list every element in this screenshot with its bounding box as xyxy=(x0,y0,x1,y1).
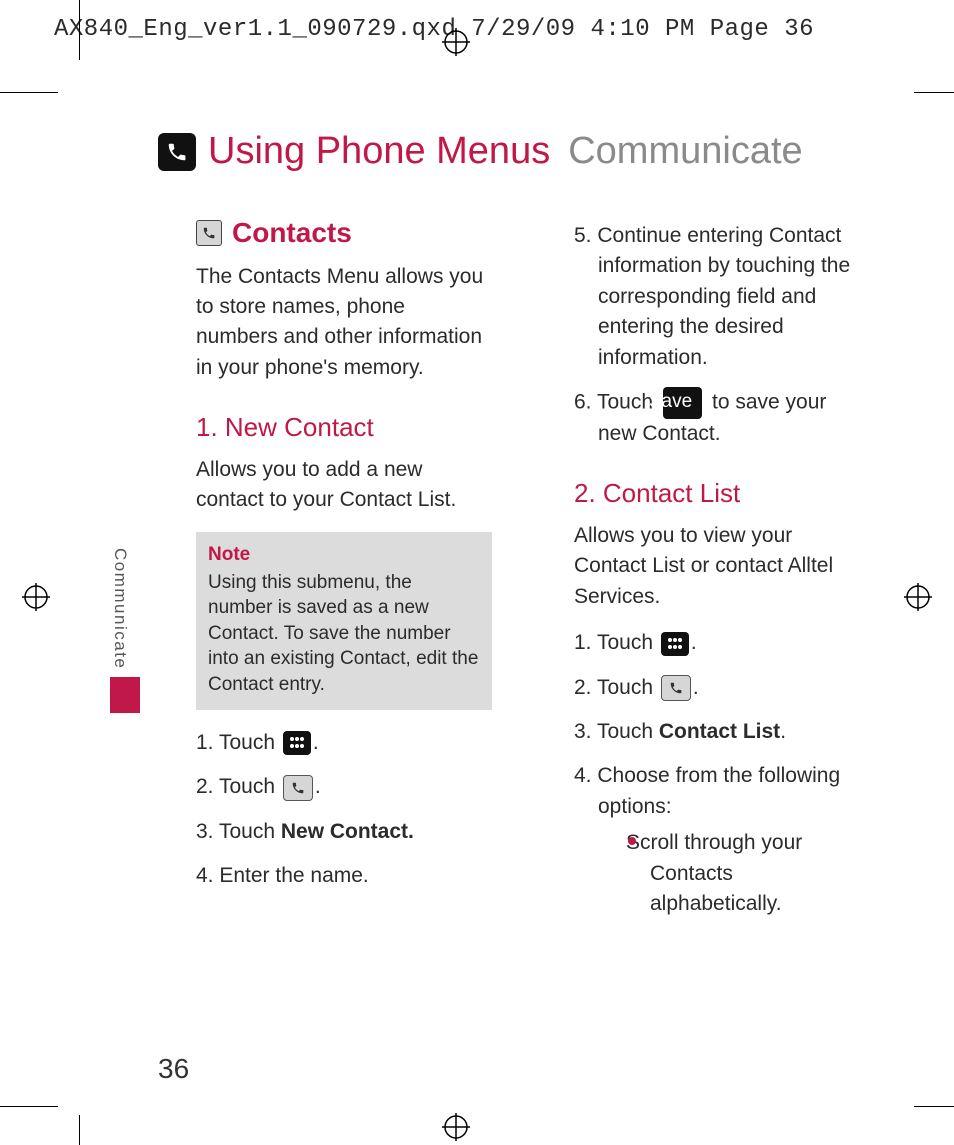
list-item: 4. Enter the name. xyxy=(196,861,492,891)
step-text: 3. Touch xyxy=(196,820,281,843)
note-body: Using this submenu, the number is saved … xyxy=(208,570,480,698)
apps-grid-icon xyxy=(283,731,311,755)
contact-list-intro: Allows you to view your Contact List or … xyxy=(574,521,870,612)
step-text: . xyxy=(693,676,699,699)
step-text: 2. Touch xyxy=(574,676,659,699)
note-label: Note xyxy=(208,542,480,568)
step-text: 1. Touch xyxy=(196,731,281,754)
crop-mark xyxy=(914,92,954,93)
step-text: 4. Choose from the following options: xyxy=(574,764,840,817)
list-item: 5. Continue entering Contact information… xyxy=(574,221,870,373)
list-item: 6. Touch Save to save your new Contact. xyxy=(574,387,870,449)
printer-header: AX840_Eng_ver1.1_090729.qxd 7/29/09 4:10… xyxy=(54,16,814,43)
crop-mark xyxy=(79,1115,80,1145)
new-contact-steps: 1. Touch . 2. Touch . 3. Touch New Conta… xyxy=(196,728,492,892)
bullet-item: Scroll through your Contacts alphabetica… xyxy=(628,828,870,919)
section-heading-contacts: Contacts xyxy=(232,213,352,254)
registration-mark-icon xyxy=(904,583,932,611)
list-item: 1. Touch . xyxy=(574,628,870,658)
crop-mark xyxy=(914,1106,954,1107)
new-contact-intro: Allows you to add a new contact to your … xyxy=(196,455,492,516)
side-tab: Communicate xyxy=(110,548,142,713)
page-title-row: Using Phone Menus Communicate xyxy=(158,130,870,173)
step-text: 2. Touch xyxy=(196,775,281,798)
step-text: 6. Touch xyxy=(574,391,659,414)
contact-list-steps: 1. Touch . 2. Touch . 3. Touch Contact L… xyxy=(574,628,870,920)
left-column: Contacts The Contacts Menu allows you to… xyxy=(158,213,492,934)
registration-mark-icon xyxy=(442,1113,470,1141)
heading-contact-list: 2. Contact List xyxy=(574,475,870,513)
manual-page: AX840_Eng_ver1.1_090729.qxd 7/29/09 4:10… xyxy=(0,0,954,1145)
contacts-intro: The Contacts Menu allows you to store na… xyxy=(196,262,492,384)
page-number: 36 xyxy=(158,1053,189,1085)
step-text: 3. Touch xyxy=(574,720,659,743)
step-text: . xyxy=(691,631,697,654)
step-text: 1. Touch xyxy=(574,631,659,654)
registration-mark-icon xyxy=(442,28,470,56)
phone-icon xyxy=(158,133,196,171)
phone-tile-icon xyxy=(661,675,691,701)
step-bold: Contact List xyxy=(659,720,780,743)
side-tab-marker xyxy=(110,677,140,713)
step-bold: New Contact. xyxy=(281,820,414,843)
note-box: Note Using this submenu, the number is s… xyxy=(196,532,492,710)
contacts-icon xyxy=(196,220,222,246)
crop-mark xyxy=(0,92,58,93)
step-text: . xyxy=(313,731,319,754)
options-bullets: Scroll through your Contacts alphabetica… xyxy=(628,828,870,919)
list-item: 1. Touch . xyxy=(196,728,492,758)
list-item: 2. Touch . xyxy=(196,772,492,802)
registration-mark-icon xyxy=(22,583,50,611)
side-tab-label: Communicate xyxy=(110,548,130,669)
page-content: Using Phone Menus Communicate Contacts T… xyxy=(158,130,870,1065)
crop-mark xyxy=(0,1106,58,1107)
step-text: . xyxy=(780,720,786,743)
save-button-graphic: Save xyxy=(663,387,702,419)
new-contact-steps-continued: 5. Continue entering Contact information… xyxy=(574,221,870,449)
list-item: 4. Choose from the following options: Sc… xyxy=(574,761,870,919)
page-title-sub: Communicate xyxy=(568,130,802,173)
page-title-main: Using Phone Menus xyxy=(208,130,550,173)
crop-mark xyxy=(79,0,80,60)
list-item: 3. Touch New Contact. xyxy=(196,817,492,847)
phone-tile-icon xyxy=(283,775,313,801)
right-column: 5. Continue entering Contact information… xyxy=(536,213,870,934)
list-item: 3. Touch Contact List. xyxy=(574,717,870,747)
apps-grid-icon xyxy=(661,632,689,656)
list-item: 2. Touch . xyxy=(574,673,870,703)
step-text: . xyxy=(315,775,321,798)
heading-new-contact: 1. New Contact xyxy=(196,409,492,447)
